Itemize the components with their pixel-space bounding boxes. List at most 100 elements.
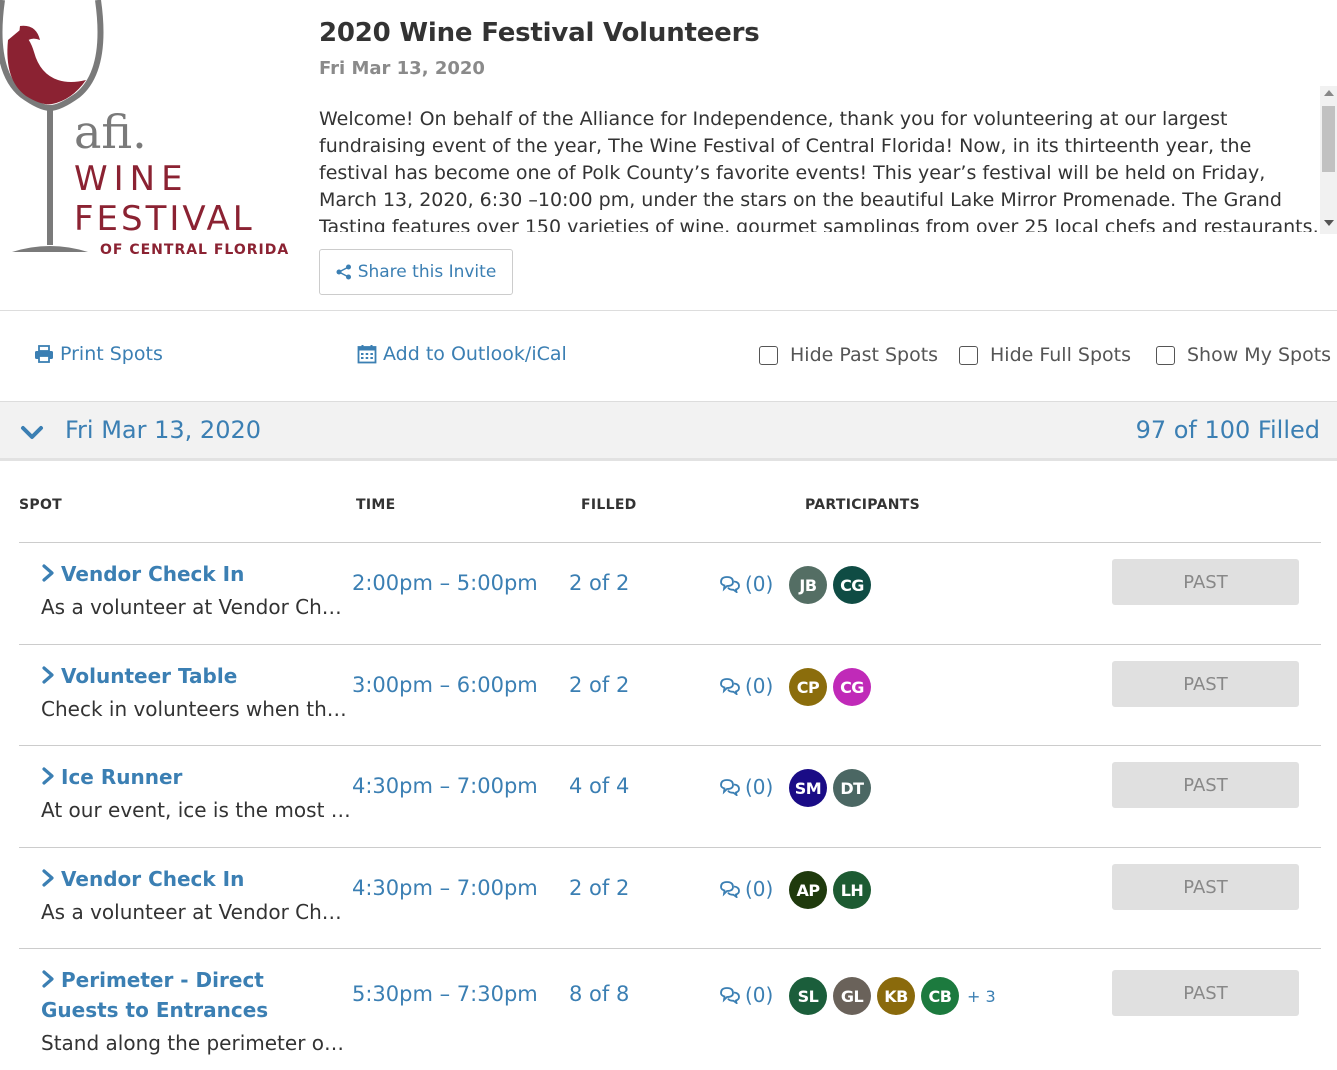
participants-list: SM DT <box>789 769 871 807</box>
spot-name-label: Perimeter - Direct Guests to Entrances <box>41 968 269 1022</box>
participants-list: SL GL KB CB + 3 <box>789 977 996 1015</box>
add-to-calendar-label: Add to Outlook/iCal <box>383 343 567 365</box>
comments-count: (0) <box>745 775 774 799</box>
comments-link[interactable]: (0) <box>719 775 773 799</box>
spot-filled: 8 of 8 <box>569 982 630 1006</box>
print-spots-link[interactable]: Print Spots <box>34 343 163 365</box>
show-my-spots-label: Show My Spots <box>1187 344 1332 366</box>
spot-name-link[interactable]: Volunteer Table <box>41 661 341 691</box>
participant-avatar[interactable]: SL <box>789 977 827 1015</box>
comments-link[interactable]: (0) <box>719 674 773 698</box>
spot-name-link[interactable]: Ice Runner <box>41 762 341 792</box>
participant-avatar[interactable]: LH <box>833 871 871 909</box>
comments-count: (0) <box>745 983 774 1007</box>
spot-description: Check in volunteers when th… <box>41 697 347 721</box>
comments-icon <box>720 576 740 593</box>
hide-past-spots-checkbox[interactable] <box>759 345 778 365</box>
table-row[interactable]: Volunteer Table Check in volunteers when … <box>19 644 1321 745</box>
chevron-right-icon <box>42 970 54 988</box>
table-row[interactable]: Vendor Check In As a volunteer at Vendor … <box>19 542 1321 644</box>
past-status-button: PAST <box>1112 864 1299 910</box>
hide-full-spots-toggle[interactable]: Hide Full Spots <box>959 344 1131 366</box>
share-icon <box>336 264 351 280</box>
spot-name-link[interactable]: Perimeter - Direct Guests to Entrances <box>41 965 341 1025</box>
spot-name-label: Ice Runner <box>61 765 183 789</box>
spot-filled: 2 of 2 <box>569 876 630 900</box>
comments-link[interactable]: (0) <box>719 572 773 596</box>
participants-list: CP CG <box>789 668 871 706</box>
comments-link[interactable]: (0) <box>719 877 773 901</box>
hide-full-spots-label: Hide Full Spots <box>990 344 1131 366</box>
more-participants-count[interactable]: + 3 <box>967 987 996 1006</box>
date-group-label: Fri Mar 13, 2020 <box>65 416 262 444</box>
print-spots-label: Print Spots <box>60 343 163 365</box>
spot-time: 2:00pm – 5:00pm <box>352 571 538 595</box>
comments-count: (0) <box>745 572 774 596</box>
printer-icon <box>35 345 53 363</box>
hide-full-spots-checkbox[interactable] <box>959 345 978 365</box>
participants-list: JB CG <box>789 566 871 604</box>
spot-name-label: Volunteer Table <box>61 664 238 688</box>
show-my-spots-checkbox[interactable] <box>1156 345 1175 365</box>
spot-filled: 2 of 2 <box>569 673 630 697</box>
scrollbar-thumb[interactable] <box>1322 106 1335 172</box>
spot-name-label: Vendor Check In <box>61 867 245 891</box>
spot-name-link[interactable]: Vendor Check In <box>41 559 341 589</box>
participant-avatar[interactable]: SM <box>789 769 827 807</box>
spot-time: 4:30pm – 7:00pm <box>352 876 538 900</box>
spot-time: 4:30pm – 7:00pm <box>352 774 538 798</box>
past-status-button: PAST <box>1112 661 1299 707</box>
participant-avatar[interactable]: CG <box>833 668 871 706</box>
table-row[interactable]: Vendor Check In As a volunteer at Vendor … <box>19 847 1321 948</box>
spot-filled: 4 of 4 <box>569 774 630 798</box>
date-group-header[interactable]: Fri Mar 13, 2020 97 of 100 Filled <box>0 401 1337 461</box>
page-title: 2020 Wine Festival Volunteers <box>319 18 760 48</box>
hide-past-spots-label: Hide Past Spots <box>790 344 939 366</box>
participant-avatar[interactable]: KB <box>877 977 915 1015</box>
participant-avatar[interactable]: CB <box>921 977 959 1015</box>
comments-count: (0) <box>745 877 774 901</box>
comments-icon <box>720 678 740 695</box>
comments-count: (0) <box>745 674 774 698</box>
divider <box>0 310 1337 311</box>
spot-name-label: Vendor Check In <box>61 562 245 586</box>
logo-afi-text: afi. <box>74 105 147 159</box>
hide-past-spots-toggle[interactable]: Hide Past Spots <box>759 344 938 366</box>
participant-avatar[interactable]: CG <box>833 566 871 604</box>
calendar-icon <box>357 345 377 364</box>
chevron-down-icon[interactable] <box>20 420 44 444</box>
spot-description: Stand along the perimeter o… <box>41 1031 345 1055</box>
spot-name-link[interactable]: Vendor Check In <box>41 864 341 894</box>
description-panel[interactable]: Welcome! On behalf of the Alliance for I… <box>319 106 1319 232</box>
table-row[interactable]: Perimeter - Direct Guests to Entrances St… <box>19 948 1321 1070</box>
event-description: Welcome! On behalf of the Alliance for I… <box>319 108 1319 232</box>
add-to-calendar-link[interactable]: Add to Outlook/iCal <box>357 343 567 365</box>
comments-icon <box>720 881 740 898</box>
spot-time: 3:00pm – 6:00pm <box>352 673 538 697</box>
participant-avatar[interactable]: GL <box>833 977 871 1015</box>
share-invite-button[interactable]: Share this Invite <box>319 249 513 295</box>
spot-description: As a volunteer at Vendor Ch… <box>41 595 342 619</box>
chevron-right-icon <box>42 666 54 684</box>
spot-description: At our event, ice is the most … <box>41 798 351 822</box>
comments-link[interactable]: (0) <box>719 983 773 1007</box>
scroll-down-arrow-icon[interactable] <box>1324 220 1334 226</box>
column-header-time: TIME <box>356 497 396 513</box>
description-scrollbar[interactable] <box>1320 86 1337 234</box>
chevron-right-icon <box>42 767 54 785</box>
comments-icon <box>720 987 740 1004</box>
participant-avatar[interactable]: AP <box>789 871 827 909</box>
table-row[interactable]: Ice Runner At our event, ice is the most … <box>19 745 1321 847</box>
participant-avatar[interactable]: CP <box>789 668 827 706</box>
chevron-right-icon <box>42 869 54 887</box>
scroll-up-arrow-icon[interactable] <box>1324 90 1334 96</box>
participant-avatar[interactable]: JB <box>789 566 827 604</box>
event-date: Fri Mar 13, 2020 <box>319 58 485 79</box>
chevron-right-icon <box>42 564 54 582</box>
participants-list: AP LH <box>789 871 871 909</box>
participant-avatar[interactable]: DT <box>833 769 871 807</box>
afi-wine-festival-logo: afi. WINE FESTIVAL OF CENTRAL FLORIDA <box>0 0 289 258</box>
logo-wine-text: WINE <box>74 159 189 199</box>
show-my-spots-toggle[interactable]: Show My Spots <box>1156 344 1331 366</box>
logo-region-text: OF CENTRAL FLORIDA <box>100 242 289 258</box>
